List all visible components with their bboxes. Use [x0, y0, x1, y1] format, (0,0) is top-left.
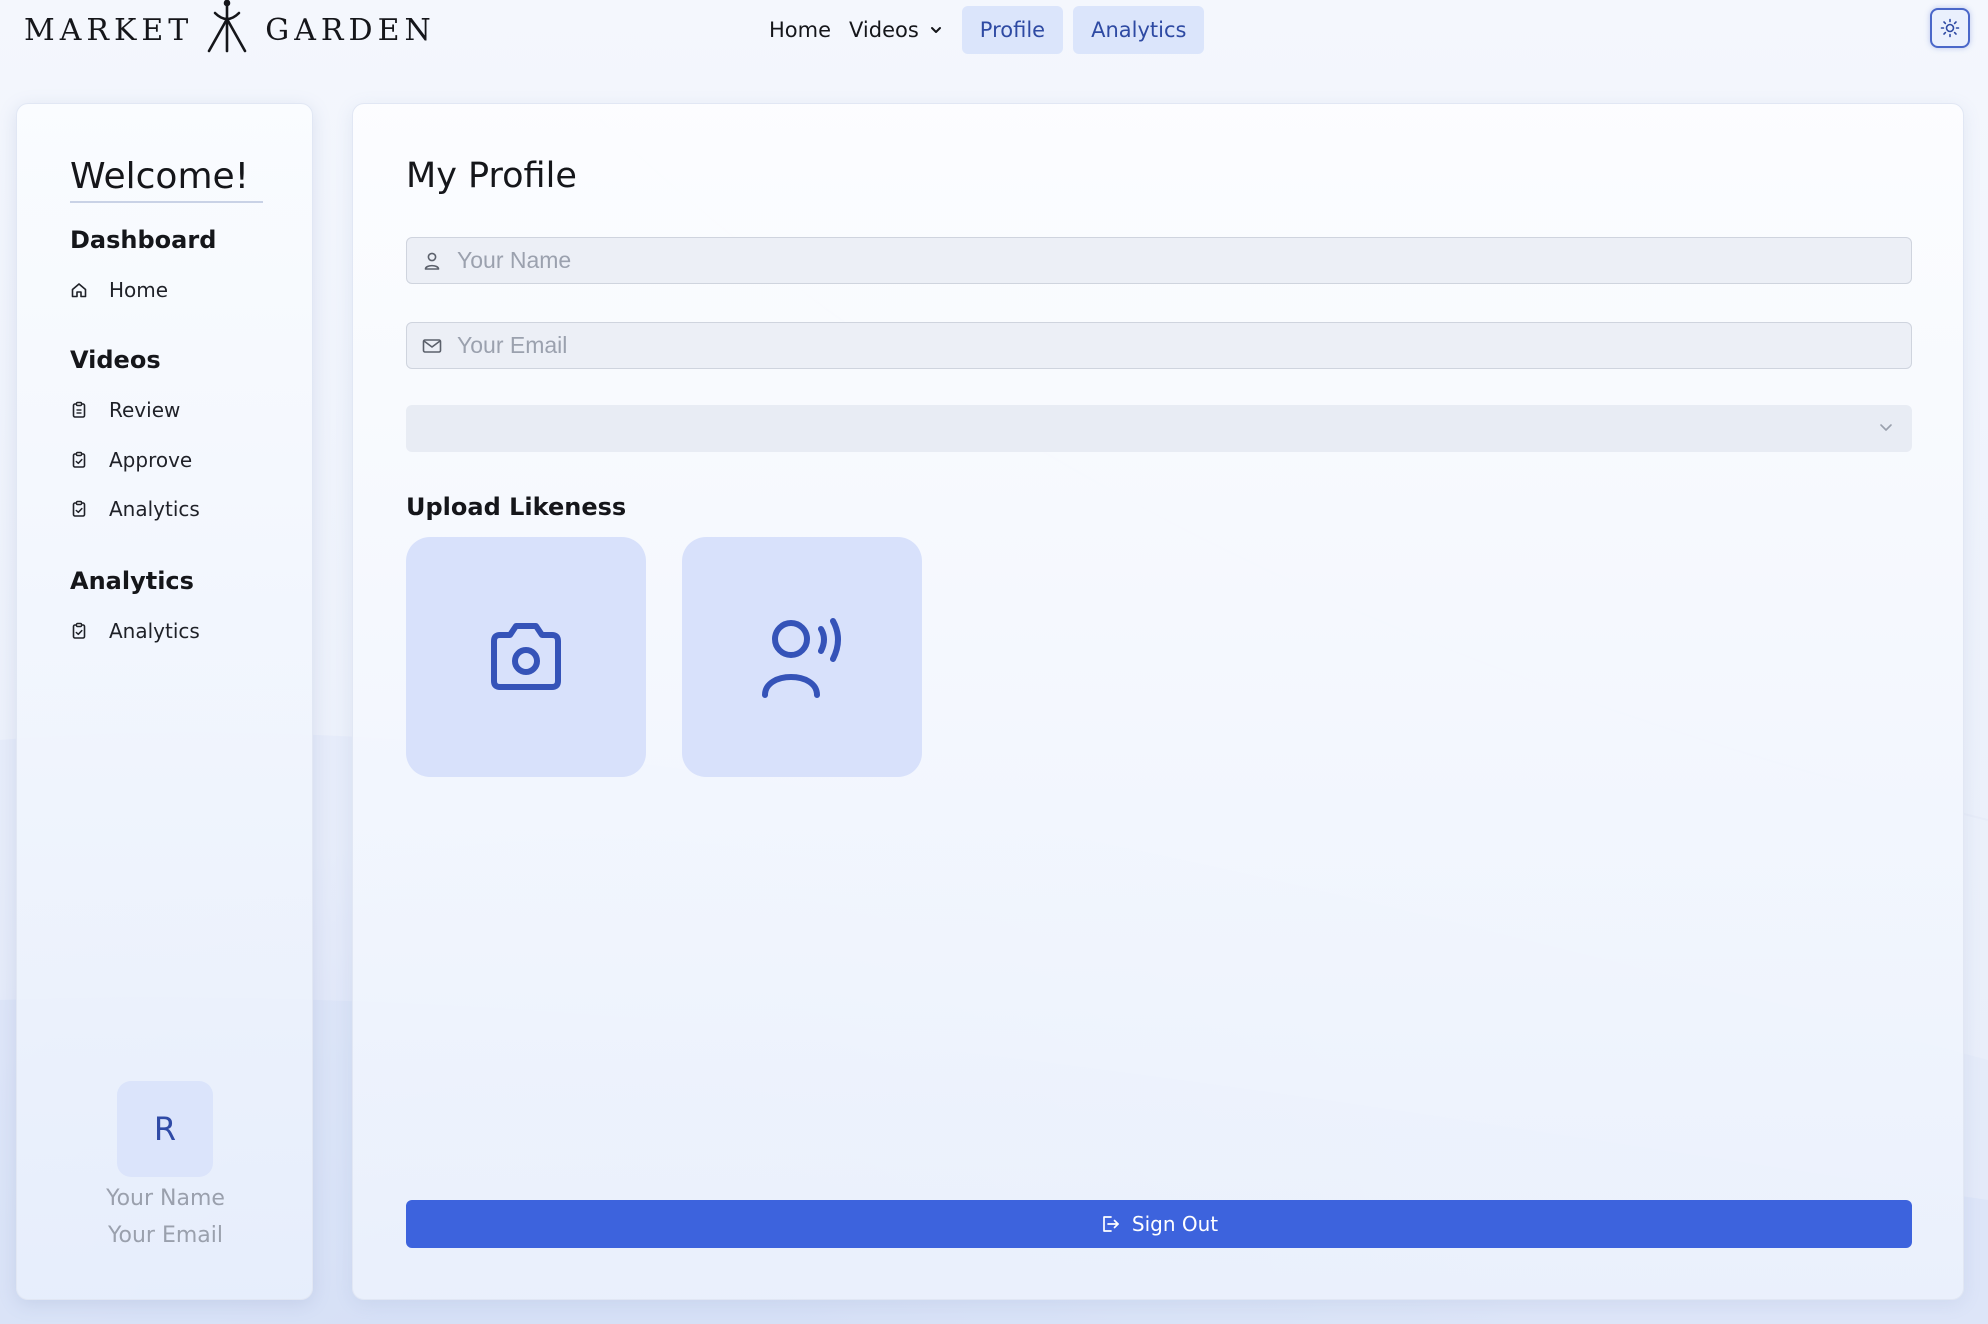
- top-bar: MARKET GARDEN Home Videos Profile Analyt…: [0, 0, 1988, 62]
- sidebar-item-review[interactable]: Review: [69, 394, 180, 426]
- sidebar-item-videos-analytics[interactable]: Analytics: [69, 493, 200, 525]
- sidebar-item-approve[interactable]: Approve: [69, 444, 192, 476]
- topnav-home-link[interactable]: Home: [760, 6, 840, 54]
- profile-card: My Profile Upload Likeness: [352, 103, 1964, 1300]
- email-input[interactable]: [457, 325, 1857, 366]
- sidebar-user-email: Your Email: [108, 1223, 223, 1248]
- topnav-profile-tab[interactable]: Profile: [961, 6, 1064, 54]
- sidebar-user-name: Your Name: [106, 1186, 225, 1211]
- upload-photo-button[interactable]: [406, 537, 646, 777]
- sidebar-item-label: Analytics: [109, 497, 200, 521]
- sidebar-item-label: Home: [109, 278, 169, 302]
- sidebar-item-label: Review: [109, 398, 181, 422]
- upload-voice-button[interactable]: [682, 537, 922, 777]
- clipboard-icon: [69, 400, 89, 420]
- name-input[interactable]: [457, 240, 1857, 281]
- avatar[interactable]: R: [117, 1081, 213, 1177]
- camera-icon: [486, 621, 566, 693]
- pitchfork-logo-icon: [203, 0, 251, 61]
- home-icon: [69, 280, 89, 300]
- sidebar-section-dashboard: Dashboard: [70, 226, 217, 254]
- topnav-videos-label: Videos: [849, 18, 919, 42]
- chevron-down-icon: [1878, 419, 1894, 439]
- user-icon: [421, 250, 443, 272]
- theme-toggle-button[interactable]: [1930, 8, 1970, 48]
- profile-select[interactable]: [406, 405, 1912, 452]
- topnav-videos-dropdown[interactable]: Videos: [840, 6, 952, 54]
- mail-icon: [421, 335, 443, 357]
- sign-out-label: Sign Out: [1131, 1212, 1219, 1236]
- sidebar-item-analytics[interactable]: Analytics: [69, 615, 200, 647]
- clipboard-check-icon: [69, 499, 89, 519]
- sign-out-button[interactable]: Sign Out: [406, 1200, 1912, 1248]
- name-field: [406, 237, 1912, 284]
- sidebar-item-label: Approve: [109, 448, 193, 472]
- brand-logo[interactable]: MARKET GARDEN: [24, 0, 436, 56]
- topnav-analytics-tab[interactable]: Analytics: [1073, 6, 1205, 54]
- sun-icon: [1940, 18, 1960, 38]
- upload-likeness-heading: Upload Likeness: [406, 493, 627, 521]
- chevron-down-icon: [929, 23, 943, 37]
- sidebar-welcome-heading: Welcome!: [70, 156, 263, 203]
- brand-name-right: GARDEN: [265, 12, 436, 48]
- page-title: My Profile: [406, 156, 577, 196]
- clipboard-check-icon: [69, 621, 89, 641]
- brand-name-left: MARKET: [24, 12, 194, 48]
- sidebar: Welcome! Dashboard Home Videos Review Ap…: [16, 103, 313, 1300]
- clipboard-check-icon: [69, 450, 89, 470]
- voice-user-icon: [757, 615, 847, 699]
- sidebar-section-videos: Videos: [70, 346, 161, 374]
- sidebar-item-label: Analytics: [109, 619, 200, 643]
- sidebar-section-analytics: Analytics: [70, 567, 194, 595]
- sign-out-icon: [1100, 1214, 1120, 1234]
- top-nav: Home Videos Profile Analytics: [760, 6, 1205, 54]
- sidebar-item-home[interactable]: Home: [69, 274, 168, 306]
- email-field: [406, 322, 1912, 369]
